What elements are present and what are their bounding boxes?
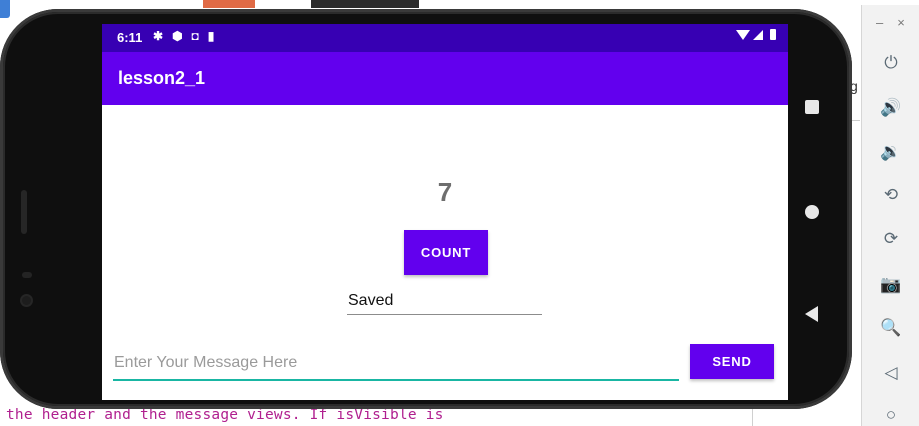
- proximity-sensor: [22, 272, 32, 278]
- saved-text-field[interactable]: Saved: [347, 288, 542, 315]
- a-icon: ◘: [191, 29, 199, 43]
- emulator-window-controls: – ×: [876, 15, 919, 30]
- sd-card-icon: ▮: [207, 29, 215, 43]
- saved-text: Saved: [348, 292, 394, 309]
- ide-project-icon[interactable]: [0, 0, 10, 18]
- gear-icon: ✱: [153, 29, 164, 43]
- volume-down-icon[interactable]: 🔉: [880, 142, 901, 162]
- send-button[interactable]: SEND: [690, 344, 774, 379]
- back-icon[interactable]: [805, 306, 818, 322]
- status-bar: 6:11 ✱ ⬢ ◘ ▮: [102, 24, 788, 52]
- device-screen: 6:11 ✱ ⬢ ◘ ▮ lesson2_1 7 COUNT Saved SEN…: [102, 24, 788, 400]
- rotate-left-icon[interactable]: ⟲: [881, 185, 901, 205]
- count-value: 7: [437, 177, 453, 207]
- ide-tab-indicator[interactable]: [203, 0, 255, 8]
- volume-up-icon[interactable]: 🔊: [880, 98, 901, 118]
- back-icon[interactable]: ◁: [881, 363, 901, 383]
- front-camera: [22, 296, 31, 305]
- app-bar: lesson2_1: [102, 52, 788, 105]
- home-icon[interactable]: [805, 205, 819, 219]
- speaker-grille: [21, 190, 27, 234]
- ide-tab-indicator-dark[interactable]: [311, 0, 419, 8]
- status-time: 6:11: [117, 30, 143, 45]
- signal-icon: [753, 29, 763, 40]
- status-notification-icons: ✱ ⬢ ◘ ▮: [153, 29, 214, 43]
- code-editor-line[interactable]: the header and the message views. If isV…: [6, 407, 444, 423]
- status-system-icons: [736, 29, 776, 40]
- wifi-icon: [736, 29, 750, 40]
- recent-apps-icon[interactable]: [805, 100, 819, 114]
- shield-icon: ⬢: [172, 29, 183, 43]
- zoom-icon[interactable]: 🔍: [880, 318, 901, 338]
- battery-icon: [770, 29, 776, 40]
- rotate-right-icon[interactable]: ⟳: [881, 229, 901, 249]
- camera-icon[interactable]: 📷: [880, 275, 901, 295]
- count-button[interactable]: COUNT: [404, 230, 488, 275]
- app-title: lesson2_1: [118, 68, 206, 88]
- home-icon[interactable]: ○: [881, 405, 901, 425]
- message-input[interactable]: [113, 350, 679, 381]
- close-icon[interactable]: ×: [897, 15, 905, 30]
- power-icon[interactable]: ⏻: [881, 53, 901, 73]
- minimize-icon[interactable]: –: [876, 15, 883, 30]
- emulator-toolbar: – × ⏻ 🔊 🔉 ⟲ ⟳ 📷 🔍 ◁ ○: [861, 5, 919, 426]
